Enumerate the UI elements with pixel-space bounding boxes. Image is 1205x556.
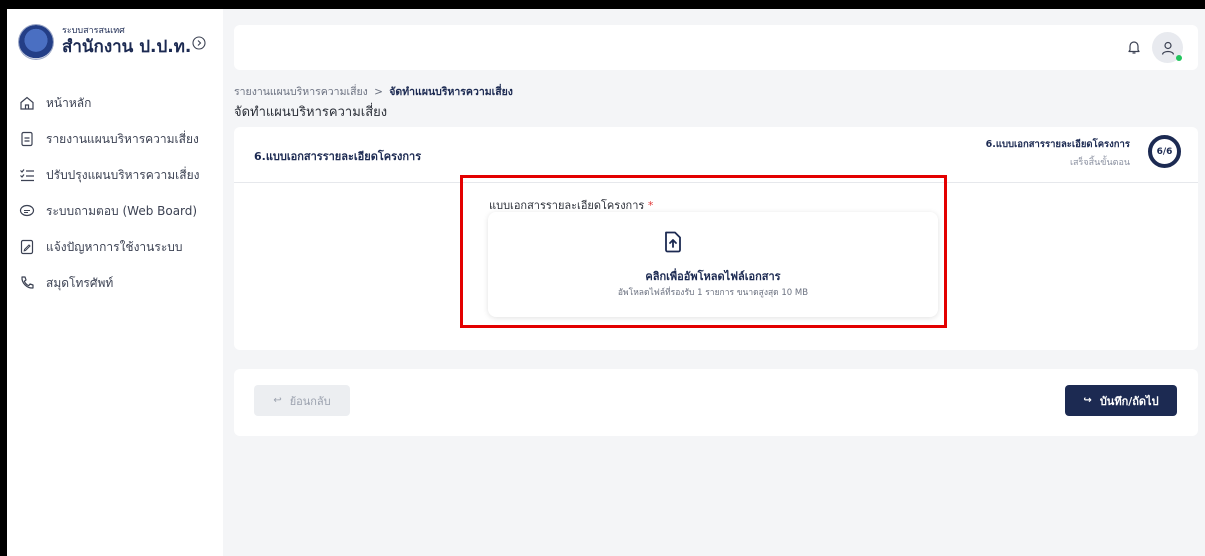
breadcrumb-current: จัดทำแผนบริหารความเสี่ยง: [389, 86, 513, 98]
page-title: จัดทำแผนบริหารความเสี่ยง: [234, 105, 388, 120]
phone-icon: [21, 276, 34, 289]
document-icon: [21, 131, 33, 147]
sidebar-item-label: สมุดโทรศัพท์: [46, 275, 114, 290]
sidebar-nav: หน้าหลัก รายงานแผนบริหารความเสี่ยง ปรับป…: [19, 85, 199, 301]
forward-icon: ↪: [1083, 395, 1092, 406]
required-mark: *: [647, 199, 654, 212]
step-status-sub: เสร็จสิ้นขั้นตอน: [1069, 158, 1130, 168]
save-next-button[interactable]: ↪ บันทึก/ถัดไป: [1065, 385, 1177, 416]
sidebar-item-home[interactable]: หน้าหลัก: [19, 85, 199, 121]
step-status: 6.แบบเอกสารรายละเอียดโครงการ เสร็จสิ้นขั…: [986, 137, 1130, 169]
breadcrumb-separator: >: [374, 86, 383, 98]
sidebar-item-label: ระบบถามตอบ (Web Board): [46, 203, 198, 218]
sidebar-item-label: แจ้งปัญหาการใช้งานระบบ: [46, 239, 183, 254]
action-bar: ↩ ย้อนกลับ ↪ บันทึก/ถัดไป: [234, 369, 1198, 436]
online-status-dot: [1176, 55, 1182, 61]
user-icon: [1161, 41, 1174, 55]
bell-icon[interactable]: [1126, 39, 1142, 55]
file-upload-icon: [665, 231, 681, 253]
breadcrumb: รายงานแผนบริหารความเสี่ยง > จัดทำแผนบริห…: [234, 83, 513, 100]
collapse-toggle-icon[interactable]: [192, 36, 206, 50]
brand-title: สำนักงาน ป.ป.ท.: [62, 37, 192, 57]
user-avatar[interactable]: [1152, 32, 1183, 63]
top-bar: [234, 25, 1198, 70]
step-status-title: 6.แบบเอกสารรายละเอียดโครงการ: [985, 139, 1130, 150]
step-card: 6.แบบเอกสารรายละเอียดโครงการ 6.แบบเอกสาร…: [234, 127, 1198, 350]
upload-label-text: แบบเอกสารรายละเอียดโครงการ: [489, 199, 645, 212]
save-next-label: บันทึก/ถัดไป: [1099, 394, 1159, 408]
sidebar-item-report-issue[interactable]: แจ้งปัญหาการใช้งานระบบ: [19, 229, 199, 265]
list-icon: [20, 169, 34, 182]
sidebar-item-label: รายงานแผนบริหารความเสี่ยง: [46, 131, 199, 146]
brand: ระบบสารสนเทศ สำนักงาน ป.ป.ท.: [19, 25, 191, 59]
sidebar-item-label: ปรับปรุงแผนบริหารความเสี่ยง: [46, 167, 200, 182]
report-icon: [20, 239, 34, 255]
step-progress-text: 6/6: [1156, 146, 1173, 157]
step-progress-ring: 6/6: [1148, 135, 1181, 168]
undo-icon: ↩: [273, 395, 282, 406]
upload-hint: อัพโหลดไฟล์ที่รองรับ 1 รายการ ขนาดสูงสุด…: [617, 288, 809, 298]
sidebar-item-risk-report[interactable]: รายงานแผนบริหารความเสี่ยง: [19, 121, 199, 157]
sidebar-item-webboard[interactable]: ระบบถามตอบ (Web Board): [19, 193, 199, 229]
step-title: 6.แบบเอกสารรายละเอียดโครงการ: [254, 150, 422, 163]
sidebar-item-phonebook[interactable]: สมุดโทรศัพท์: [19, 265, 199, 301]
sidebar-item-risk-update[interactable]: ปรับปรุงแผนบริหารความเสี่ยง: [19, 157, 199, 193]
step-header: 6.แบบเอกสารรายละเอียดโครงการ 6.แบบเอกสาร…: [234, 127, 1198, 183]
back-button-label: ย้อนกลับ: [289, 394, 331, 408]
back-button[interactable]: ↩ ย้อนกลับ: [254, 385, 350, 416]
agency-logo: [19, 25, 53, 59]
brand-text: ระบบสารสนเทศ สำนักงาน ป.ป.ท.: [62, 26, 191, 58]
chat-icon: [19, 204, 35, 217]
app-frame: ระบบสารสนเทศ สำนักงาน ป.ป.ท. หน้าหลัก รา…: [7, 9, 1205, 556]
sidebar: ระบบสารสนเทศ สำนักงาน ป.ป.ท. หน้าหลัก รา…: [7, 9, 223, 556]
brand-subtitle: ระบบสารสนเทศ: [62, 26, 125, 36]
home-icon: [20, 96, 34, 110]
file-upload-dropzone[interactable]: คลิกเพื่ออัพโหลดไฟล์เอกสาร อัพโหลดไฟล์ที…: [488, 212, 938, 317]
sidebar-item-label: หน้าหลัก: [46, 95, 92, 110]
upload-title: คลิกเพื่ออัพโหลดไฟล์เอกสาร: [645, 270, 781, 283]
breadcrumb-parent[interactable]: รายงานแผนบริหารความเสี่ยง: [234, 86, 368, 98]
